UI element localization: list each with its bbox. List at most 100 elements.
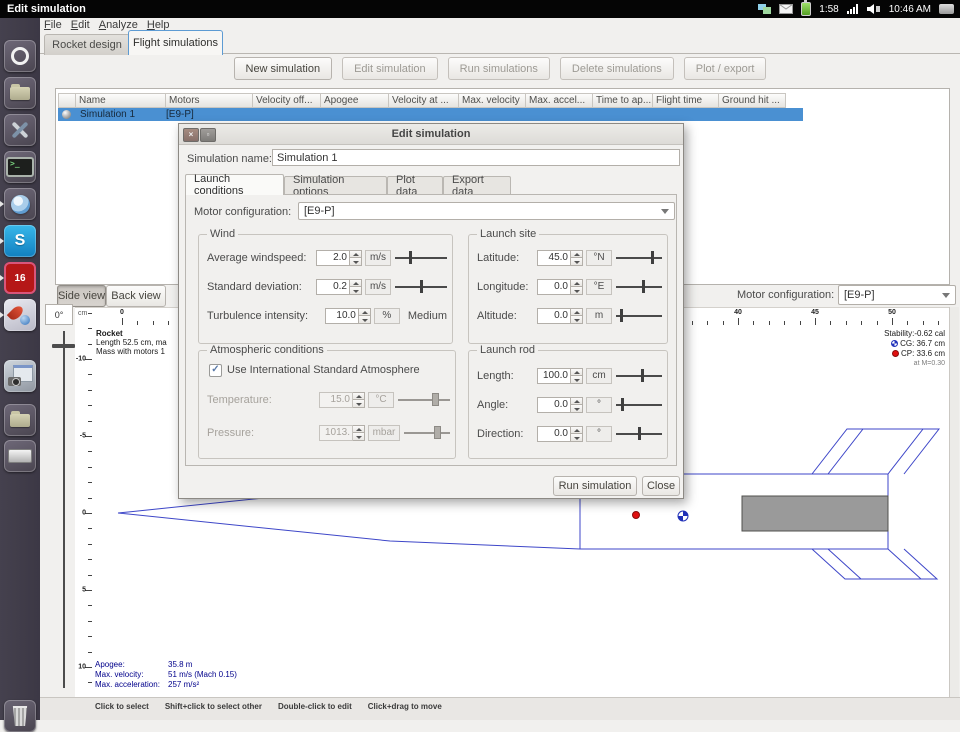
turbulence-intensity-field[interactable]: 10.0 xyxy=(325,308,359,324)
temperature-row: Temperature: 15.0 °C xyxy=(207,391,450,408)
column-time-to-ap[interactable]: Time to ap... xyxy=(593,93,653,108)
column-velocity-at[interactable]: Velocity at ... xyxy=(389,93,459,108)
tab-rocket-design[interactable]: Rocket design xyxy=(44,34,130,55)
turbulence-intensity-unit[interactable]: % xyxy=(374,308,400,324)
isa-checkbox-label[interactable]: Use International Standard Atmosphere xyxy=(227,364,420,376)
run-simulations-button[interactable]: Run simulations xyxy=(448,57,550,80)
openrocket-icon[interactable] xyxy=(4,299,36,331)
column-max-accel[interactable]: Max. accel... xyxy=(526,93,593,108)
close-window-icon[interactable]: × xyxy=(183,128,199,142)
latitude-spinner[interactable] xyxy=(571,250,583,266)
column-status[interactable] xyxy=(58,93,76,108)
table-row[interactable]: Simulation 1 [E9-P] xyxy=(58,108,803,121)
session-menu-icon[interactable] xyxy=(939,4,954,14)
latitude-unit[interactable]: °N xyxy=(586,250,612,266)
menu-file[interactable]: File xyxy=(44,19,62,32)
average-windspeed-unit[interactable]: m/s xyxy=(365,250,391,266)
rod-angle-unit[interactable]: ° xyxy=(586,397,612,413)
column-motors[interactable]: Motors xyxy=(166,93,253,108)
dialog-titlebar[interactable]: × ▫ Edit simulation xyxy=(179,124,683,145)
rod-direction-spinner[interactable] xyxy=(571,426,583,442)
column-velocity-off[interactable]: Velocity off... xyxy=(253,93,321,108)
file-manager-icon[interactable] xyxy=(4,404,36,436)
delete-simulations-button[interactable]: Delete simulations xyxy=(560,57,674,80)
motor-configuration-select[interactable]: [E9-P] xyxy=(298,202,675,220)
tab-launch-conditions[interactable]: Launch conditions xyxy=(185,174,284,195)
screenshot-tool-icon[interactable] xyxy=(4,360,36,392)
files-icon[interactable] xyxy=(4,77,36,109)
camstudio-icon[interactable]: 16 xyxy=(4,262,36,294)
tab-plot-data[interactable]: Plot data xyxy=(387,176,443,195)
rotation-slider-handle[interactable] xyxy=(52,344,75,348)
ubuntu-dash-icon[interactable] xyxy=(4,40,36,72)
rotation-slider[interactable] xyxy=(63,331,65,688)
altitude-unit[interactable]: m xyxy=(586,308,612,324)
back-view-button[interactable]: Back view xyxy=(106,285,166,307)
ubuntu-logo-icon xyxy=(11,47,29,65)
harddisk-icon[interactable] xyxy=(4,440,36,472)
latitude-field[interactable]: 45.0 xyxy=(537,250,571,266)
rod-angle-field[interactable]: 0.0 xyxy=(537,397,571,413)
trash-icon[interactable] xyxy=(4,700,36,732)
close-button[interactable]: Close xyxy=(642,476,680,496)
network-icon[interactable] xyxy=(758,3,771,15)
average-windspeed-slider[interactable] xyxy=(395,250,447,265)
standard-deviation-unit[interactable]: m/s xyxy=(365,279,391,295)
average-windspeed-spinner[interactable] xyxy=(350,250,362,266)
rod-length-unit[interactable]: cm xyxy=(586,368,612,384)
tab-export-data[interactable]: Export data xyxy=(443,176,511,195)
rod-direction-field[interactable]: 0.0 xyxy=(537,426,571,442)
simulation-name-input[interactable] xyxy=(272,149,680,166)
column-max-velocity[interactable]: Max. velocity xyxy=(459,93,526,108)
column-ground-hit[interactable]: Ground hit ... xyxy=(719,93,786,108)
turbulence-intensity-spinner[interactable] xyxy=(359,308,371,324)
altitude-field[interactable]: 0.0 xyxy=(537,308,571,324)
longitude-unit[interactable]: °E xyxy=(586,279,612,295)
longitude-slider[interactable] xyxy=(616,279,662,294)
rocket-globe-icon xyxy=(9,304,31,326)
average-windspeed-field[interactable]: 2.0 xyxy=(316,250,350,266)
standard-deviation-spinner[interactable] xyxy=(350,279,362,295)
mail-icon[interactable] xyxy=(779,4,793,14)
camera-icon xyxy=(8,377,21,386)
battery-icon[interactable] xyxy=(801,2,811,16)
temperature-label: Temperature: xyxy=(207,394,319,406)
tab-flight-simulations[interactable]: Flight simulations xyxy=(128,30,223,55)
run-simulation-button[interactable]: Run simulation xyxy=(553,476,637,496)
signal-icon[interactable] xyxy=(847,4,858,14)
tab-simulation-options[interactable]: Simulation options xyxy=(284,176,387,195)
terminal-icon[interactable]: >_ xyxy=(4,151,36,183)
rod-length-slider[interactable] xyxy=(616,368,662,383)
rod-length-field[interactable]: 100.0 xyxy=(537,368,571,384)
standard-deviation-slider[interactable] xyxy=(395,279,447,294)
status-bar: Click to select Shift+click to select ot… xyxy=(40,697,960,720)
rod-direction-unit[interactable]: ° xyxy=(586,426,612,442)
column-name[interactable]: Name xyxy=(76,93,166,108)
system-tools-icon[interactable] xyxy=(4,114,36,146)
column-flight-time[interactable]: Flight time xyxy=(653,93,719,108)
edit-simulation-button[interactable]: Edit simulation xyxy=(342,57,438,80)
longitude-field[interactable]: 0.0 xyxy=(537,279,571,295)
rod-angle-slider[interactable] xyxy=(616,397,662,412)
rod-length-label: Length: xyxy=(477,370,537,382)
rod-length-spinner[interactable] xyxy=(571,368,583,384)
rotation-field[interactable]: 0° xyxy=(45,304,73,325)
isa-checkbox[interactable]: ✓ xyxy=(209,364,222,377)
longitude-spinner[interactable] xyxy=(571,279,583,295)
canvas-scrollbar[interactable] xyxy=(949,307,959,697)
rod-direction-slider[interactable] xyxy=(616,426,662,441)
chromium-icon[interactable] xyxy=(4,188,36,220)
maximize-window-icon[interactable]: ▫ xyxy=(200,128,216,142)
volume-icon[interactable] xyxy=(866,3,881,15)
altitude-slider[interactable] xyxy=(616,308,662,323)
altitude-spinner[interactable] xyxy=(571,308,583,324)
motor-configuration-select[interactable]: [E9-P] xyxy=(838,285,956,305)
latitude-slider[interactable] xyxy=(616,250,662,265)
new-simulation-button[interactable]: New simulation xyxy=(234,57,333,80)
menu-edit[interactable]: Edit xyxy=(71,19,90,32)
column-apogee[interactable]: Apogee xyxy=(321,93,389,108)
skype-icon[interactable]: S xyxy=(4,225,36,257)
rod-angle-spinner[interactable] xyxy=(571,397,583,413)
plot-export-button[interactable]: Plot / export xyxy=(684,57,767,80)
standard-deviation-field[interactable]: 0.2 xyxy=(316,279,350,295)
